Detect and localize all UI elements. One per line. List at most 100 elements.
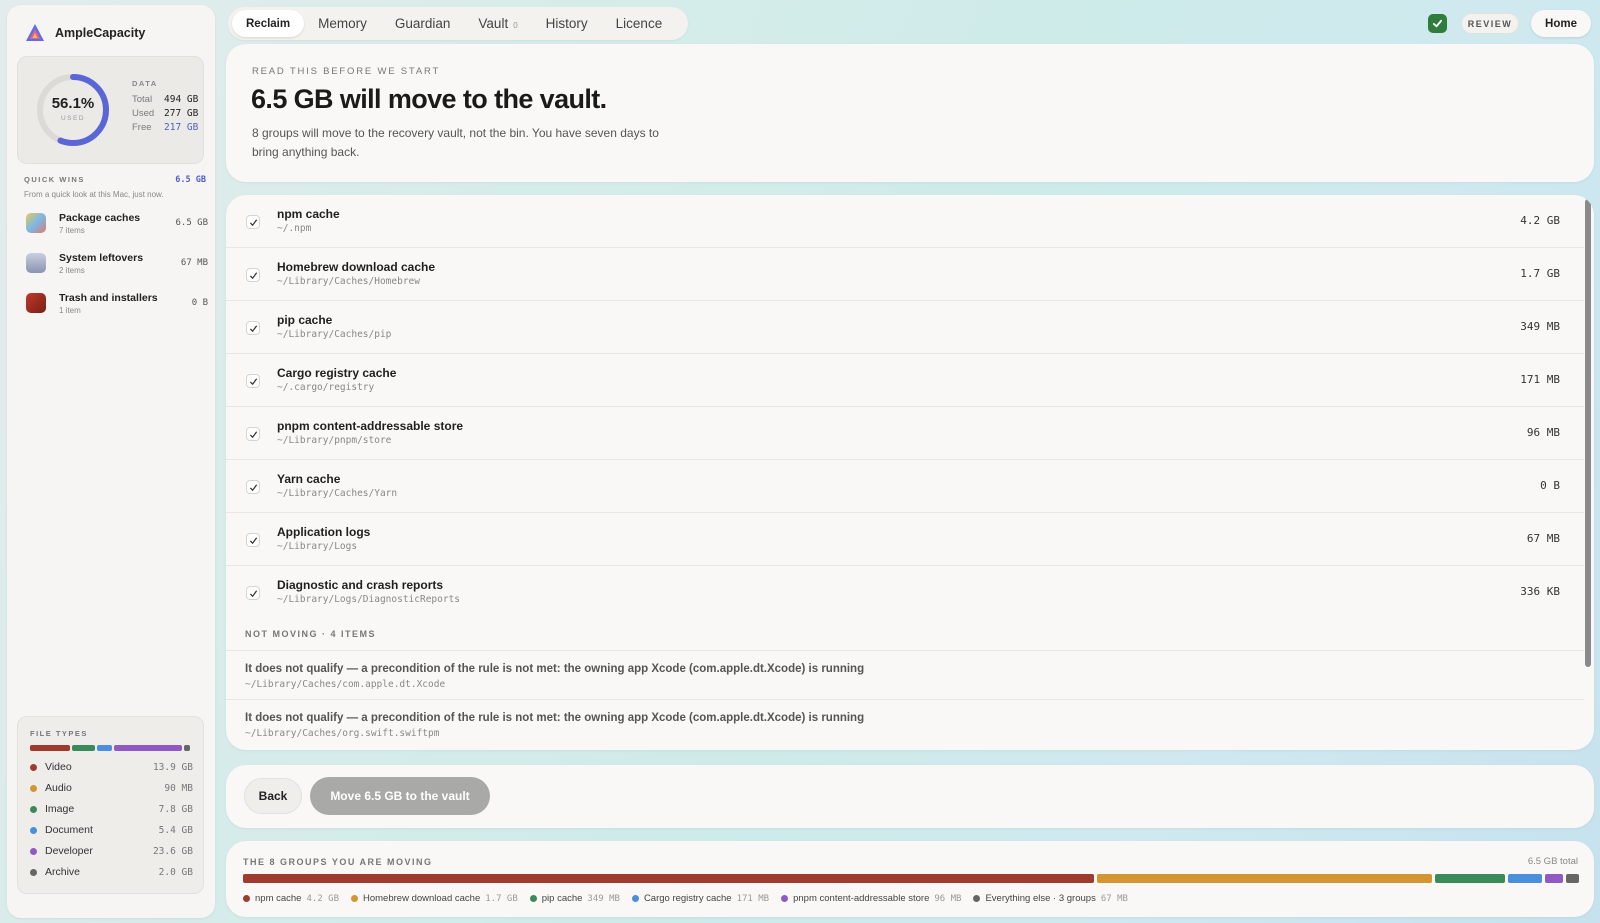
tab-memory[interactable]: Memory <box>304 10 381 37</box>
file-type-row[interactable]: Document 5.4 GB <box>30 822 193 838</box>
not-moving-path: ~/Library/Caches/org.swift.swiftpm <box>245 728 440 739</box>
group-name: Application logs <box>277 525 371 539</box>
file-type-segment <box>97 745 112 751</box>
group-row[interactable]: Application logs ~/Library/Logs 67 MB <box>226 513 1584 566</box>
group-path: ~/Library/Caches/pip <box>277 329 392 340</box>
legend-dot <box>973 895 981 902</box>
group-name: npm cache <box>277 207 340 221</box>
status-check-icon[interactable] <box>1428 14 1447 33</box>
group-row[interactable]: pnpm content-addressable store ~/Library… <box>226 407 1584 460</box>
file-type-segment <box>114 745 182 751</box>
quick-win-size: 6.5 GB <box>175 218 208 228</box>
summary-segment <box>1096 874 1433 883</box>
group-checkbox[interactable] <box>246 215 260 229</box>
group-name: pnpm content-addressable store <box>277 419 464 433</box>
group-row[interactable]: Homebrew download cache ~/Library/Caches… <box>226 248 1584 301</box>
group-size: 96 MB <box>1526 426 1560 439</box>
quick-win-item[interactable]: System leftovers 2 items 67 MB <box>26 250 208 280</box>
legend-label: Everything else · 3 groups <box>985 893 1096 904</box>
group-checkbox[interactable] <box>246 268 260 282</box>
group-row[interactable]: Yarn cache ~/Library/Caches/Yarn 0 B <box>226 460 1584 513</box>
legend-size: 349 MB <box>587 893 620 904</box>
group-row[interactable]: npm cache ~/.npm 4.2 GB <box>226 195 1584 248</box>
image-dot <box>30 805 37 813</box>
review-button[interactable]: REVIEW <box>1461 13 1519 34</box>
audio-dot <box>30 784 37 792</box>
data-value: 494 GB <box>164 94 199 105</box>
file-type-row[interactable]: Developer 23.6 GB <box>30 843 193 859</box>
tab-reclaim[interactable]: Reclaim <box>232 10 305 37</box>
legend-size: 171 MB <box>736 893 770 904</box>
group-checkbox[interactable] <box>246 533 260 547</box>
group-row[interactable]: Cargo registry cache ~/.cargo/registry 1… <box>226 354 1584 407</box>
tab-label: Guardian <box>394 16 451 31</box>
file-type-row[interactable]: Image 7.8 GB <box>30 801 193 817</box>
group-path: ~/.npm <box>277 223 312 234</box>
move-to-vault-button[interactable]: Move 6.5 GB to the vault <box>310 777 490 815</box>
list-scrollbar[interactable] <box>1585 199 1591 667</box>
not-moving-heading: NOT MOVING · 4 ITEMS <box>245 629 377 639</box>
tab-history[interactable]: History <box>532 10 602 37</box>
group-checkbox[interactable] <box>246 480 260 494</box>
group-size: 4.2 GB <box>1520 214 1560 227</box>
file-type-label: Developer <box>45 845 93 857</box>
data-heading: DATA <box>132 79 158 88</box>
group-size: 336 KB <box>1520 585 1560 598</box>
group-checkbox[interactable] <box>246 586 260 600</box>
group-checkbox[interactable] <box>246 321 260 335</box>
file-type-value: 13.9 GB <box>152 761 193 773</box>
file-type-label: Archive <box>45 866 81 878</box>
main-tabs: Reclaim Memory Guardian Vault 0 History L… <box>228 7 688 40</box>
file-type-label: Audio <box>45 782 72 794</box>
group-path: ~/Library/Caches/Homebrew <box>277 276 420 287</box>
file-type-label: Video <box>45 761 72 773</box>
header-eyebrow: READ THIS BEFORE WE START <box>252 66 441 77</box>
summary-segment <box>1435 874 1506 883</box>
file-type-label: Document <box>45 824 93 836</box>
moving-summary: THE 8 GROUPS YOU ARE MOVING 6.5 GB total… <box>226 841 1594 917</box>
groups-list: npm cache ~/.npm 4.2 GB Homebrew downloa… <box>226 195 1594 750</box>
group-path: ~/Library/Logs <box>277 541 358 552</box>
legend-dot <box>351 895 358 902</box>
quick-win-name: System leftovers <box>59 252 144 264</box>
legend-item: Everything else · 3 groups 67 MB <box>973 893 1128 904</box>
document-dot <box>30 826 37 834</box>
quick-win-name: Package caches <box>59 212 141 224</box>
tab-vault[interactable]: Vault 0 <box>464 10 531 37</box>
tab-licence[interactable]: Licence <box>602 10 677 37</box>
legend-item: pip cache 349 MB <box>529 893 620 904</box>
quick-win-item[interactable]: Trash and installers 1 item 0 B <box>26 290 208 320</box>
summary-bar <box>243 874 1579 883</box>
summary-segment <box>1566 874 1579 883</box>
home-button[interactable]: Home <box>1531 10 1591 37</box>
legend-size: 67 MB <box>1100 893 1128 904</box>
legend-size: 1.7 GB <box>485 893 518 904</box>
app-logo-icon <box>26 24 44 41</box>
group-row[interactable]: pip cache ~/Library/Caches/pip 349 MB <box>226 301 1584 354</box>
tab-label: Memory <box>318 16 367 31</box>
legend-item: Homebrew download cache 1.7 GB <box>351 893 518 904</box>
file-type-row[interactable]: Audio 90 MB <box>30 780 193 796</box>
group-path: ~/Library/Logs/DiagnosticReports <box>277 594 461 605</box>
back-button[interactable]: Back <box>244 778 302 814</box>
quick-win-item[interactable]: Package caches 7 items 6.5 GB <box>26 210 208 240</box>
sidebar: AmpleCapacity 56.1% USED DATA Total 494 … <box>7 5 215 918</box>
group-size: 349 MB <box>1520 320 1560 333</box>
tab-guardian[interactable]: Guardian <box>381 10 465 37</box>
group-checkbox[interactable] <box>246 427 260 441</box>
summary-title: THE 8 GROUPS YOU ARE MOVING <box>243 857 433 867</box>
group-checkbox[interactable] <box>246 374 260 388</box>
file-type-segment <box>72 745 95 751</box>
file-type-segment <box>184 745 190 751</box>
data-row-used: Used 277 GB <box>132 107 198 121</box>
file-type-row[interactable]: Video 13.9 GB <box>30 759 193 775</box>
group-size: 171 MB <box>1520 373 1560 386</box>
usage-sub-label: USED <box>60 115 86 122</box>
summary-segment <box>1508 874 1543 883</box>
legend-item: npm cache 4.2 GB <box>243 893 339 904</box>
file-type-row[interactable]: Archive 2.0 GB <box>30 864 193 880</box>
file-type-value: 2.0 GB <box>158 866 193 878</box>
brand[interactable]: AmpleCapacity <box>25 23 145 43</box>
group-row[interactable]: Diagnostic and crash reports ~/Library/L… <box>226 566 1584 619</box>
header-subtitle: 8 groups will move to the recovery vault… <box>252 126 659 159</box>
